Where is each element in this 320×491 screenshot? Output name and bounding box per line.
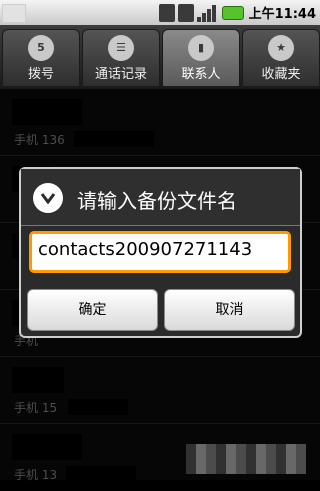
dialog-header: 请输入备份文件名 (21, 169, 300, 226)
time-prefix: 上午 (248, 7, 275, 22)
notification-icon (2, 4, 26, 23)
sd-card-icon (177, 3, 194, 22)
tab-contacts-label: 联系人 (181, 67, 221, 82)
tab-call-log-label: 通话记录 (94, 67, 147, 82)
ok-button[interactable]: 确定 (27, 289, 158, 331)
status-icons: 上午11:44 (158, 2, 316, 23)
battery-icon (221, 5, 244, 20)
tab-call-log[interactable]: ☰ 通话记录 (82, 29, 160, 87)
time-value: 11:44 (274, 7, 316, 22)
clock: 上午11:44 (249, 3, 316, 22)
dialog-title: 请输入备份文件名 (77, 189, 237, 213)
call-log-icon: ☰ (108, 35, 134, 61)
data-usage-icon (158, 3, 175, 22)
tab-favorites-label: 收藏夹 (261, 67, 301, 82)
backup-filename-dialog: 请输入备份文件名 contacts200907271143 确定 取消 (19, 167, 302, 338)
signal-icon (196, 4, 219, 22)
star-icon: ★ (268, 35, 294, 61)
tab-favorites[interactable]: ★ 收藏夹 (242, 29, 320, 87)
status-bar: 上午11:44 (0, 0, 320, 25)
filename-input[interactable]: contacts200907271143 (29, 231, 291, 273)
tab-dialer-label: 拨号 (27, 67, 54, 82)
tab-contacts[interactable]: ▮ 联系人 (162, 29, 240, 87)
cancel-button[interactable]: 取消 (164, 289, 295, 331)
chevron-down-icon (33, 183, 63, 213)
dialpad-icon: 5 (28, 35, 54, 61)
tab-bar: 5 拨号 ☰ 通话记录 ▮ 联系人 ★ 收藏夹 (0, 25, 320, 89)
tab-dialer[interactable]: 5 拨号 (2, 29, 80, 87)
contacts-icon: ▮ (188, 35, 214, 61)
